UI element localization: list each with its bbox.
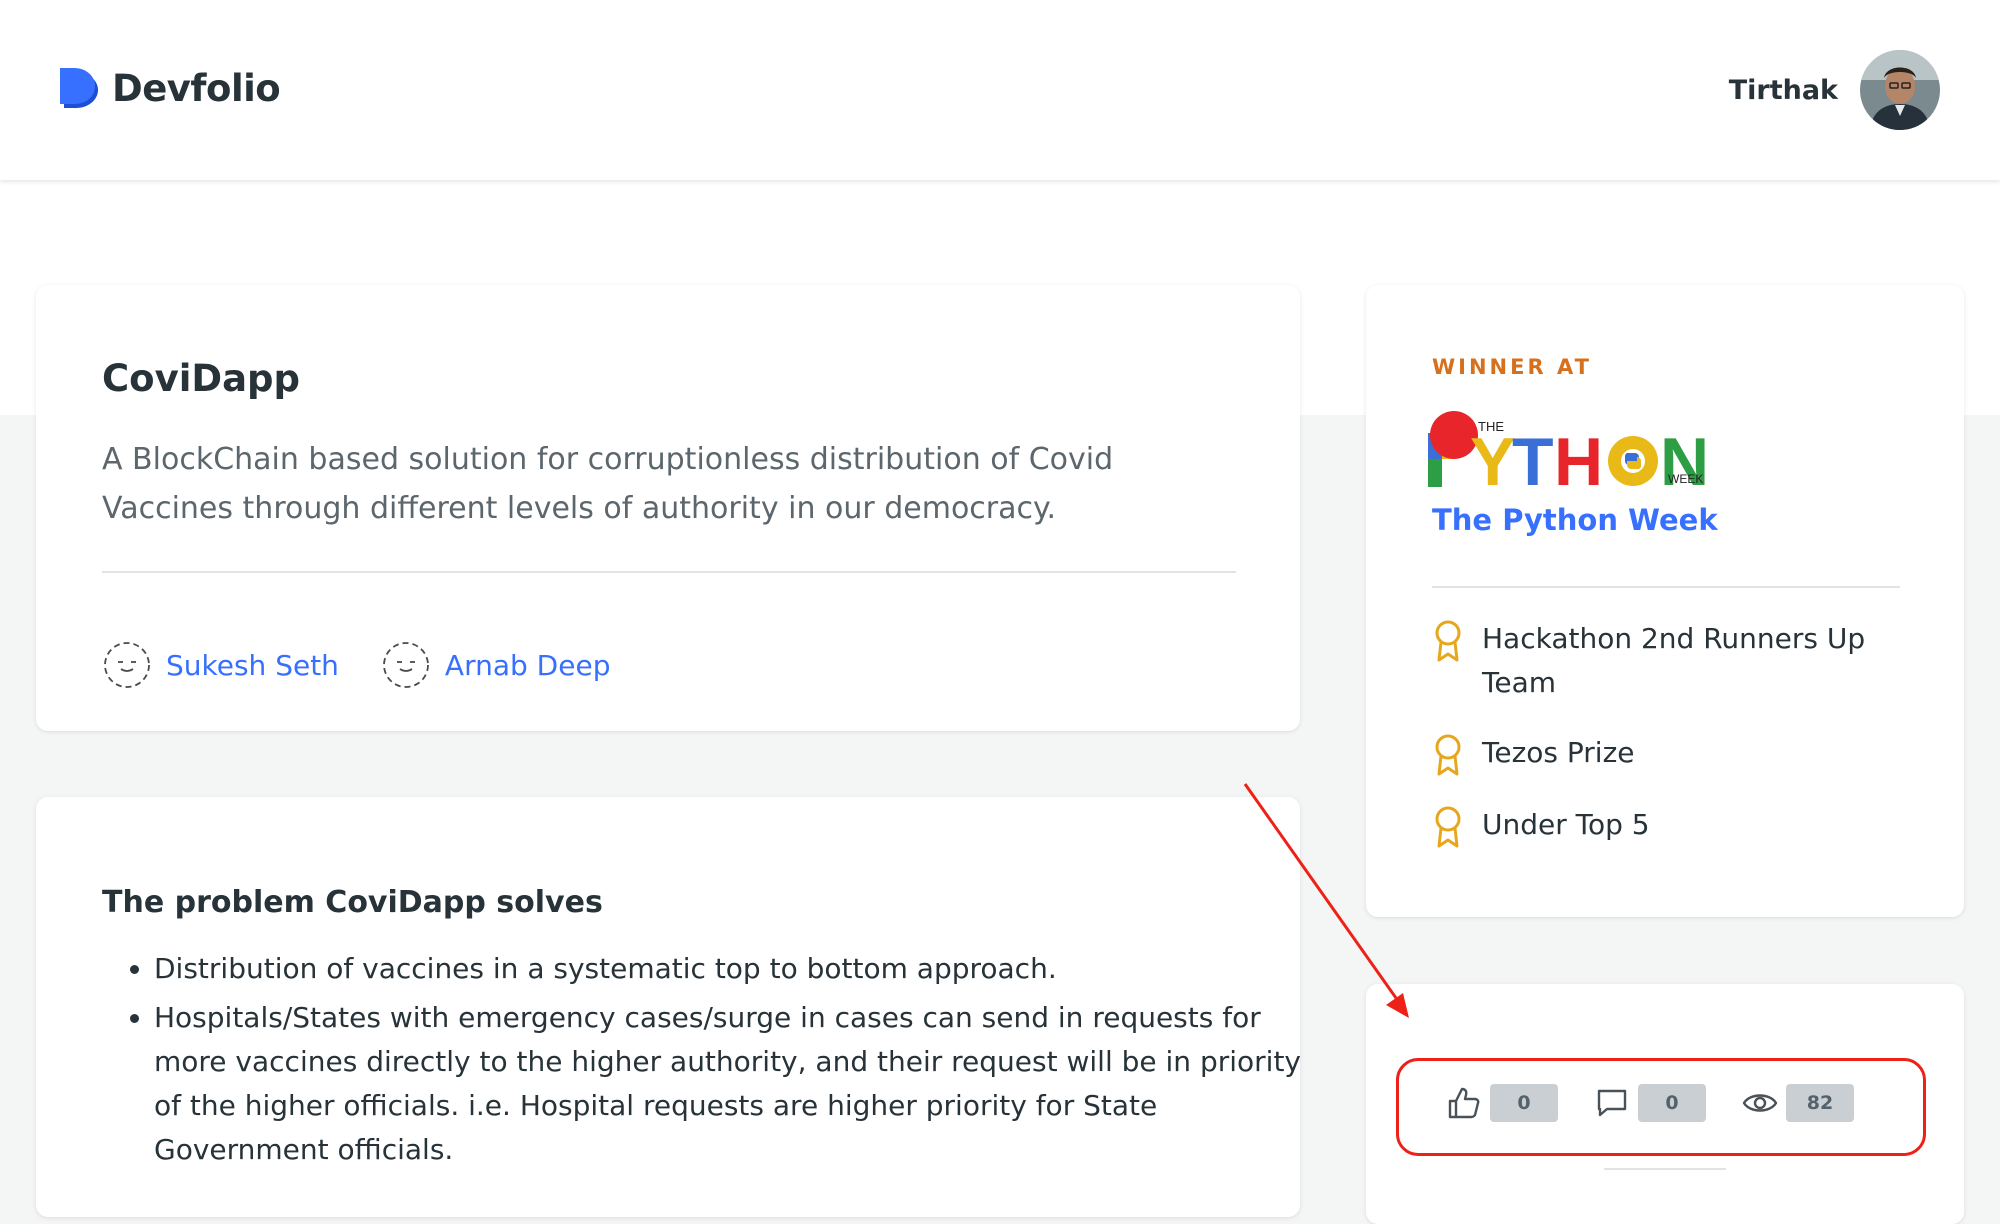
award-ribbon-icon [1435,734,1461,776]
comment-button[interactable]: 0 [1594,1084,1706,1122]
comment-count: 0 [1638,1084,1706,1122]
comment-icon [1597,1089,1627,1117]
member-avatar-icon [383,642,429,688]
user-name: Tirthak [1728,74,1838,106]
project-description: A BlockChain based solution for corrupti… [102,442,1114,526]
winner-label: WINNER AT [1432,355,1592,379]
view-count: 82 [1786,1084,1854,1122]
user-avatar[interactable] [1860,50,1940,130]
project-header-card: CoviDapp A BlockChain based solution for… [36,285,1300,731]
prize-item: Tezos Prize [1432,731,1912,777]
problem-card: The problem CoviDapp solves Distribution… [36,797,1301,1217]
devfolio-logo[interactable]: Devfolio [58,66,281,110]
project-title: CoviDapp [102,357,301,400]
prize-text: Under Top 5 [1482,808,1650,841]
award-ribbon-icon [1435,620,1461,662]
project-divider [102,571,1236,573]
svg-text:T: T [1512,424,1553,489]
award-ribbon-icon [1435,806,1461,848]
prize-item: Hackathon 2nd Runners Up Team [1432,617,1912,705]
user-menu[interactable]: Tirthak [1729,50,1940,130]
user-avatar-photo [1860,50,1940,130]
prize-text: Tezos Prize [1482,736,1635,769]
team-members: Sukesh Seth Arnab Deep [102,640,652,690]
python-week-logo[interactable]: THE Y T H N WEEK [1428,409,1738,489]
problem-list: Distribution of vaccines in a systematic… [102,947,1304,1177]
devfolio-logo-icon [60,68,98,108]
problem-heading: The problem CoviDapp solves [102,885,603,920]
prize-list: Hackathon 2nd Runners Up Team Tezos Priz… [1432,617,1912,875]
thumbs-up-icon [1448,1087,1480,1119]
svg-text:H: H [1554,424,1601,489]
team-member[interactable]: Sukesh Seth [102,640,339,690]
eye-icon [1742,1094,1778,1112]
member-name: Arnab Deep [444,648,611,682]
like-button[interactable]: 0 [1446,1084,1558,1122]
hackathon-name-link[interactable]: The Python Week [1432,503,1718,537]
problem-point: Distribution of vaccines in a systematic… [154,947,1304,991]
team-member[interactable]: Arnab Deep [381,640,611,690]
winner-card: WINNER AT THE Y T H N WEEK The Python We… [1366,285,1964,917]
member-name: Sukesh Seth [166,648,339,682]
like-count: 0 [1490,1084,1558,1122]
problem-point: Hospitals/States with emergency cases/su… [154,996,1304,1172]
stats-divider [1604,1168,1726,1170]
winner-divider [1432,586,1900,588]
svg-text:Y: Y [1470,424,1515,489]
top-navbar: Devfolio Tirthak [0,0,2000,180]
prize-text: Hackathon 2nd Runners Up Team [1482,622,1866,699]
prize-item: Under Top 5 [1432,803,1912,849]
project-stats: 0 0 82 [1446,1084,1890,1122]
member-avatar-icon [104,642,150,688]
stats-card: 0 0 82 [1366,984,1964,1224]
views-indicator: 82 [1742,1084,1854,1122]
logo-text: Devfolio [112,66,281,110]
logo-week-text: WEEK [1668,472,1703,486]
